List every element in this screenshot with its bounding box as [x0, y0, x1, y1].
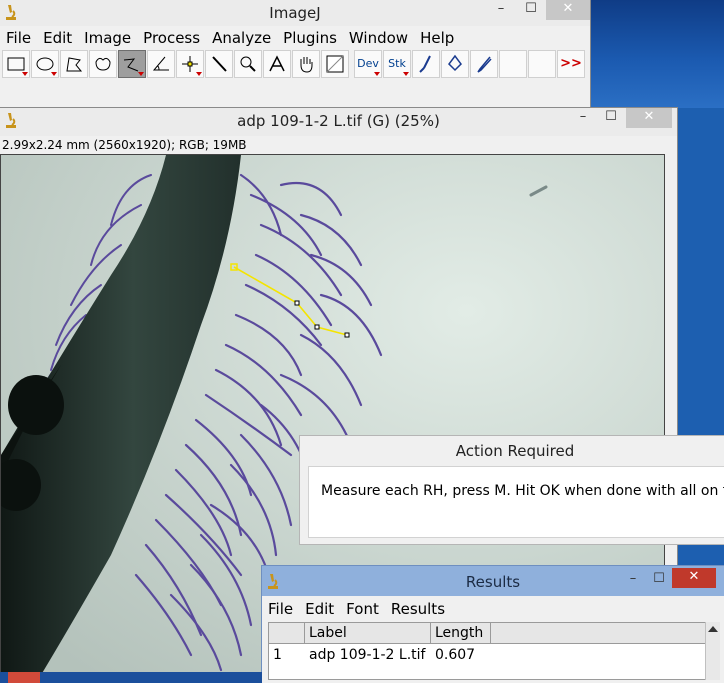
menu-font[interactable]: Font [340, 598, 385, 620]
pencil-icon [477, 56, 492, 73]
maximize-button[interactable]: ☐ [516, 0, 546, 20]
results-table[interactable]: Label Length 1 adp 109-1-2 L.tif 0.607 [268, 622, 708, 680]
row-index: 1 [273, 647, 282, 663]
stk-label: Stk [388, 57, 406, 70]
more-tools-button[interactable]: >> [557, 50, 585, 78]
results-titlebar[interactable]: Results – ☐ ✕ [262, 566, 724, 596]
rectangle-tool[interactable] [2, 50, 30, 78]
flood-fill-icon [448, 54, 462, 72]
menu-process[interactable]: Process [137, 27, 206, 49]
desktop-background [590, 0, 724, 108]
dev-tool[interactable]: Dev [354, 50, 382, 78]
brush-icon [419, 55, 431, 73]
color-picker-icon [326, 55, 344, 73]
dialog-body: Measure each RH, press M. Hit OK when do… [308, 466, 724, 538]
segmented-line-tool[interactable] [118, 50, 146, 78]
menu-image[interactable]: Image [78, 27, 137, 49]
menu-file[interactable]: File [0, 27, 37, 49]
wand-tool[interactable] [205, 50, 233, 78]
brush-tool[interactable] [412, 50, 440, 78]
maximize-button[interactable]: ☐ [596, 108, 626, 128]
hand-icon [300, 57, 313, 73]
selection-handle[interactable] [294, 300, 300, 306]
scroll-up-icon[interactable] [708, 626, 718, 632]
segmented-line-icon [123, 58, 139, 72]
row-label: adp 109-1-2 L.tif [309, 647, 426, 663]
rectangle-icon [7, 57, 25, 71]
oval-icon [36, 57, 54, 71]
column-header-length[interactable]: Length [431, 623, 491, 643]
point-tool[interactable] [176, 50, 204, 78]
stk-tool[interactable]: Stk [383, 50, 411, 78]
oval-tool[interactable] [31, 50, 59, 78]
magnifier-icon [240, 56, 256, 72]
point-icon [182, 56, 198, 72]
close-button[interactable]: ✕ [672, 568, 716, 588]
column-header-index[interactable] [269, 623, 305, 643]
close-button[interactable]: ✕ [546, 0, 590, 20]
empty-tool-slot-1 [499, 50, 527, 78]
imagej-titlebar[interactable]: ImageJ – ☐ ✕ [0, 0, 590, 26]
flood-fill-tool[interactable] [441, 50, 469, 78]
menu-analyze[interactable]: Analyze [206, 27, 277, 49]
more-tools-label: >> [560, 56, 582, 71]
image-info: 2.99x2.24 mm (2560x1920); RGB; 19MB [2, 138, 247, 152]
empty-tool-slot-2 [528, 50, 556, 78]
dev-label: Dev [357, 57, 379, 70]
polygon-tool[interactable] [60, 50, 88, 78]
text-icon [269, 55, 285, 72]
maximize-button[interactable]: ☐ [644, 570, 674, 590]
selection-handle[interactable] [314, 324, 320, 330]
pencil-tool[interactable] [470, 50, 498, 78]
menu-edit[interactable]: Edit [299, 598, 340, 620]
menu-edit[interactable]: Edit [37, 27, 78, 49]
angle-tool[interactable] [147, 50, 175, 78]
dialog-title: Action Required [455, 442, 575, 460]
minimize-button[interactable]: – [568, 108, 598, 128]
menu-results[interactable]: Results [385, 598, 451, 620]
imagej-menubar: File Edit Image Process Analyze Plugins … [0, 27, 590, 49]
angle-icon [152, 56, 169, 71]
image-titlebar[interactable]: adp 109-1-2 L.tif (G) (25%) – ☐ ✕ [0, 108, 677, 136]
imagej-window: ImageJ – ☐ ✕ File Edit Image Process Ana… [0, 0, 590, 108]
table-row[interactable]: 1 adp 109-1-2 L.tif 0.607 [269, 647, 491, 663]
results-menubar: File Edit Font Results [262, 598, 724, 620]
freehand-tool[interactable] [89, 50, 117, 78]
action-required-dialog: Action Required Measure each RH, press M… [300, 436, 724, 544]
hand-tool[interactable] [292, 50, 320, 78]
menu-help[interactable]: Help [414, 27, 460, 49]
text-tool[interactable] [263, 50, 291, 78]
menu-file[interactable]: File [262, 598, 299, 620]
polygon-icon [66, 57, 83, 72]
menu-plugins[interactable]: Plugins [277, 27, 343, 49]
dialog-message: Measure each RH, press M. Hit OK when do… [321, 483, 724, 499]
taskbar-fragment [0, 672, 262, 683]
row-length: 0.607 [435, 647, 476, 663]
table-header: Label Length [269, 623, 707, 644]
results-window: Results – ☐ ✕ File Edit Font Results Lab… [262, 566, 724, 683]
imagej-toolbar: Dev Stk >> [2, 50, 586, 80]
results-scrollbar[interactable] [705, 622, 720, 680]
color-picker-tool[interactable] [321, 50, 349, 78]
minimize-button[interactable]: – [486, 0, 516, 20]
column-header-label[interactable]: Label [305, 623, 431, 643]
freehand-icon [95, 57, 111, 71]
selection-handle[interactable] [344, 332, 350, 338]
menu-window[interactable]: Window [343, 27, 414, 49]
close-button[interactable]: ✕ [626, 108, 672, 128]
wand-icon [212, 56, 227, 72]
taskbar-tab[interactable] [8, 672, 40, 683]
magnifier-tool[interactable] [234, 50, 262, 78]
